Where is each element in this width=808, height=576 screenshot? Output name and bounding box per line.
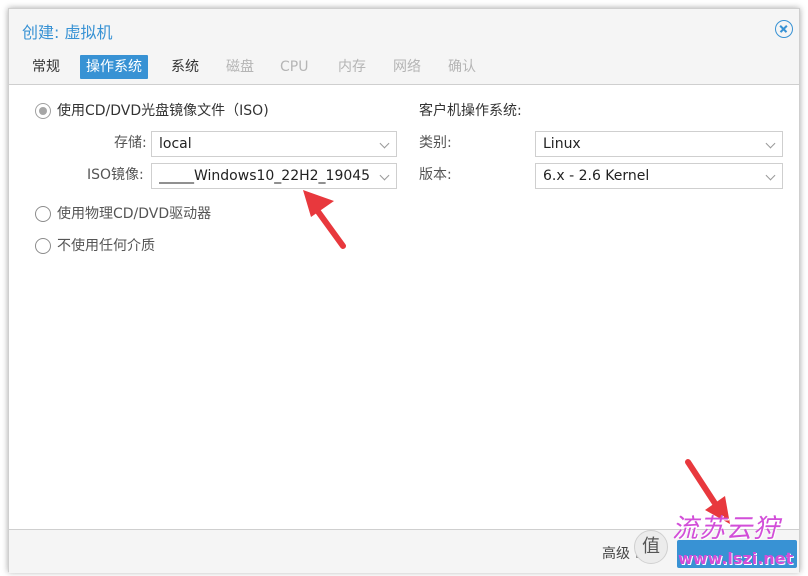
tab-os[interactable]: 操作系统 (80, 55, 148, 79)
tab-confirm: 确认 (448, 59, 476, 75)
tab-disk: 磁盘 (226, 59, 254, 75)
os-panel: 使用CD/DVD光盘镜像文件（ISO) 存储: local ISO镜像: ___… (9, 86, 799, 529)
os-version-label: 版本: (419, 167, 452, 183)
wizard-tabs: 常规 操作系统 系统 磁盘 CPU 内存 网络 确认 (9, 47, 799, 85)
os-type-select[interactable]: Linux (535, 131, 783, 157)
tab-system[interactable]: 系统 (165, 55, 205, 79)
chevron-down-icon[interactable] (379, 170, 390, 181)
chevron-down-icon[interactable] (765, 170, 776, 181)
create-vm-dialog: 创建: 虚拟机 常规 操作系统 系统 磁盘 CPU 内存 网络 确认 使用CD/… (8, 8, 800, 573)
radio-button[interactable] (35, 238, 51, 254)
storage-select[interactable]: local (151, 131, 397, 157)
radio-button[interactable] (35, 103, 51, 119)
radio-button[interactable] (35, 206, 51, 222)
radio-label: 使用物理CD/DVD驱动器 (57, 206, 212, 222)
watermark-url: www.lszi.net (678, 549, 794, 568)
tab-memory: 内存 (338, 59, 366, 75)
radio-label: 不使用任何介质 (57, 238, 155, 254)
os-type-label: 类别: (419, 135, 452, 151)
os-type-value: Linux (543, 136, 581, 152)
close-icon[interactable] (775, 20, 793, 38)
tab-network: 网络 (393, 59, 421, 75)
chevron-down-icon[interactable] (379, 138, 390, 149)
watermark-badge: 值 (634, 530, 668, 564)
iso-image-select[interactable]: _____Windows10_22H2_19045. (151, 163, 397, 189)
os-version-select[interactable]: 6.x - 2.6 Kernel (535, 163, 783, 189)
advanced-label: 高级 (602, 546, 630, 562)
os-version-value: 6.x - 2.6 Kernel (543, 168, 650, 184)
dialog-title: 创建: 虚拟机 (22, 23, 113, 42)
iso-image-value: _____Windows10_22H2_19045. (159, 168, 371, 184)
watermark-logo: 流苏云狩 (672, 514, 781, 544)
radio-label: 使用CD/DVD光盘镜像文件（ISO) (57, 103, 269, 119)
storage-label: 存储: (114, 135, 147, 151)
tab-cpu: CPU (280, 59, 309, 75)
storage-value: local (159, 136, 192, 152)
iso-image-label: ISO镜像: (87, 167, 144, 183)
tab-general[interactable]: 常规 (26, 55, 66, 79)
guest-os-section-title: 客户机操作系统: (419, 103, 522, 119)
dialog-header: 创建: 虚拟机 (9, 9, 799, 47)
chevron-down-icon[interactable] (765, 138, 776, 149)
